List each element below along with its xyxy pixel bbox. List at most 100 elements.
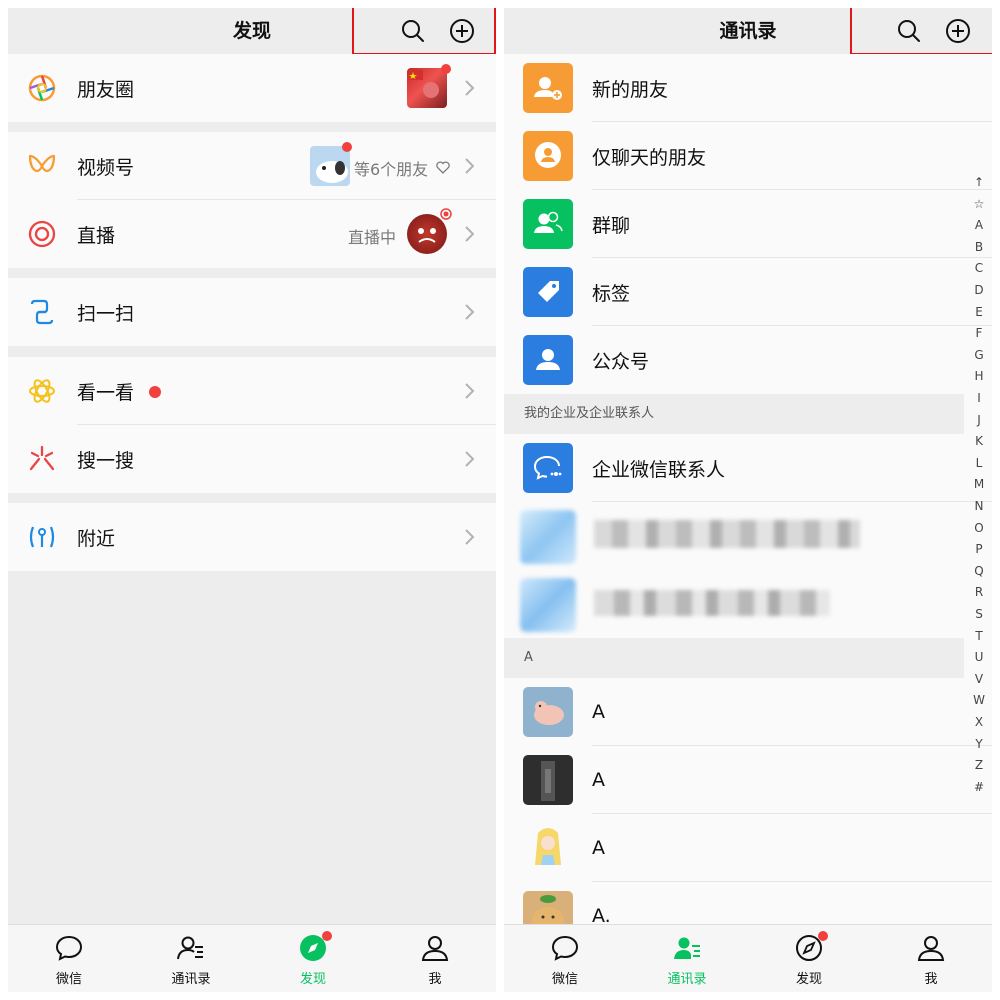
menu-item-label: 视频号: [77, 157, 135, 179]
contact-row-label: 企业微信联系人: [592, 459, 726, 481]
contact-row-enterprise[interactable]: 企业微信联系人: [504, 434, 992, 502]
tab-label: 微信: [55, 972, 82, 987]
channels-thumbnail: [310, 146, 350, 186]
chevron-right-icon: [465, 226, 475, 242]
search-icon[interactable]: [398, 16, 428, 46]
person-icon: [917, 936, 945, 961]
nearby-icon: [29, 526, 55, 548]
index-letter[interactable]: T: [972, 626, 986, 648]
menu-item-label: 扫一扫: [77, 303, 135, 325]
person-icon: [421, 936, 449, 961]
menu-item-nearby[interactable]: 附近: [8, 503, 496, 571]
index-letter[interactable]: H: [972, 366, 986, 388]
chevron-right-icon: [465, 383, 475, 399]
index-letter[interactable]: ☆: [972, 194, 986, 216]
menu-item-scan[interactable]: 扫一扫: [8, 278, 496, 346]
index-letter[interactable]: U: [972, 647, 986, 669]
menu-item-live[interactable]: 直播 直播中: [8, 200, 496, 268]
contacts-icon: [177, 936, 203, 960]
blurred-name: [594, 590, 830, 616]
index-letter[interactable]: #: [972, 777, 986, 799]
index-letter[interactable]: G: [972, 345, 986, 367]
tab-contacts[interactable]: 通讯录: [626, 925, 748, 992]
tab-chats[interactable]: 微信: [504, 925, 626, 992]
index-letter[interactable]: D: [972, 280, 986, 302]
menu-item-top-stories[interactable]: 看一看: [8, 357, 496, 425]
index-letter[interactable]: K: [972, 431, 986, 453]
index-letter[interactable]: B: [972, 237, 986, 259]
index-letter[interactable]: P: [972, 539, 986, 561]
moments-icon: [28, 74, 56, 102]
index-letter[interactable]: R: [972, 582, 986, 604]
tab-bar: 微信 通讯录 发现 我: [504, 924, 992, 992]
contact-row-new-friends[interactable]: 新的朋友: [504, 54, 992, 122]
menu-item-label: 搜一搜: [77, 450, 135, 472]
add-icon[interactable]: [447, 16, 477, 46]
index-letter[interactable]: C: [972, 258, 986, 280]
index-letter[interactable]: M: [972, 474, 986, 496]
tab-chats[interactable]: 微信: [8, 925, 130, 992]
live-avatar: [407, 214, 447, 254]
contact-row[interactable]: A: [504, 746, 992, 814]
live-icon: [28, 220, 56, 248]
tab-contacts[interactable]: 通讯录: [130, 925, 252, 992]
search-icon[interactable]: [894, 16, 924, 46]
chevron-right-icon: [465, 304, 475, 320]
index-letter[interactable]: W: [972, 690, 986, 712]
blurred-avatar: [520, 578, 576, 632]
tab-discover[interactable]: 发现: [252, 925, 374, 992]
contact-row-label: 群聊: [592, 215, 631, 237]
search-feature-icon: [29, 445, 55, 471]
index-letter[interactable]: S: [972, 604, 986, 626]
index-letter[interactable]: J: [972, 410, 986, 432]
menu-item-label: 附近: [77, 528, 116, 550]
index-letter[interactable]: Z: [972, 755, 986, 777]
tab-discover[interactable]: 发现: [748, 925, 870, 992]
chevron-right-icon: [465, 529, 475, 545]
index-letter[interactable]: Q: [972, 561, 986, 583]
menu-item-moments[interactable]: 朋友圈: [8, 54, 496, 122]
dog-image: [316, 161, 348, 183]
chevron-right-icon: [465, 451, 475, 467]
tab-label: 发现: [299, 972, 326, 987]
channels-icon: [28, 154, 56, 173]
menu-item-channels[interactable]: 视频号 等6个朋友: [8, 132, 496, 200]
add-icon[interactable]: [943, 16, 973, 46]
index-letter[interactable]: E: [972, 302, 986, 324]
contact-row-tags[interactable]: 标签: [504, 258, 992, 326]
contact-row-blurred[interactable]: [504, 502, 992, 570]
contact-name: A: [592, 837, 605, 859]
index-letter[interactable]: ↑: [972, 172, 986, 194]
contact-row-group-chats[interactable]: 群聊: [504, 190, 992, 258]
tab-bar: 微信 通讯录 发现 我: [8, 924, 496, 992]
index-letter[interactable]: N: [972, 496, 986, 518]
flag-image: [409, 70, 439, 98]
tab-me[interactable]: 我: [870, 925, 992, 992]
index-letter[interactable]: X: [972, 712, 986, 734]
menu-item-search[interactable]: 搜一搜: [8, 425, 496, 493]
index-letter[interactable]: F: [972, 323, 986, 345]
notification-dot: [149, 386, 161, 398]
index-letter[interactable]: V: [972, 669, 986, 691]
contact-row[interactable]: A: [504, 814, 992, 882]
tab-me[interactable]: 我: [374, 925, 496, 992]
contact-row-label: 标签: [592, 283, 631, 305]
contact-row-label: 公众号: [592, 351, 650, 373]
tab-label: 微信: [551, 972, 578, 987]
contact-row[interactable]: A: [504, 678, 992, 746]
index-letter[interactable]: I: [972, 388, 986, 410]
blurred-name: [594, 520, 860, 548]
notification-dot: [322, 931, 332, 941]
index-letter[interactable]: A: [972, 215, 986, 237]
live-status-text: 直播中: [348, 228, 397, 247]
contact-avatar: [523, 755, 573, 805]
index-letter[interactable]: O: [972, 518, 986, 540]
contact-row[interactable]: A.: [504, 882, 992, 926]
contact-avatar: [523, 687, 573, 737]
contact-row-chat-only[interactable]: 仅聊天的朋友: [504, 122, 992, 190]
contact-avatar: [523, 823, 573, 873]
contact-row-blurred[interactable]: [504, 570, 992, 638]
index-letter[interactable]: L: [972, 453, 986, 475]
index-letter[interactable]: Y: [972, 734, 986, 756]
contact-row-official-accounts[interactable]: 公众号: [504, 326, 992, 394]
